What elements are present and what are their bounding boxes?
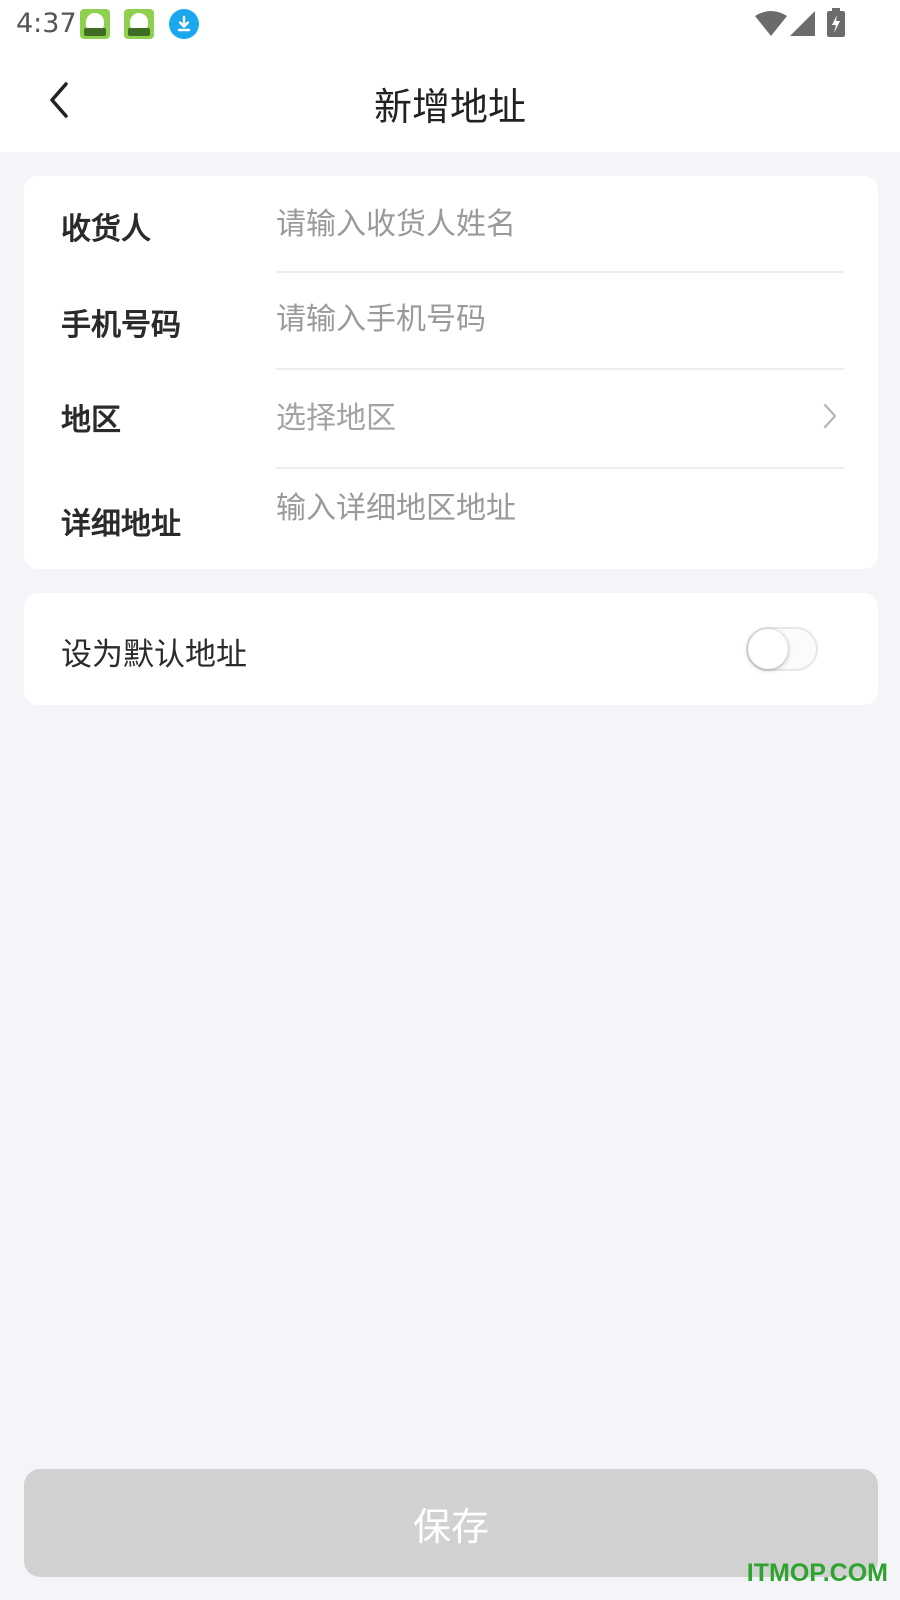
region-selector[interactable]: 选择地区 [276,393,396,437]
address-row: 详细地址 [24,469,878,569]
phone-label: 手机号码 [61,308,181,343]
receiver-name-input[interactable] [276,199,846,249]
toggle-knob [748,629,788,669]
address-form-card: 收货人 手机号码 地区 选择地区 详细地址 [24,176,878,569]
status-time: 4:37 [16,8,77,39]
signal-icon [790,11,815,36]
default-address-card: 设为默认地址 [24,593,878,705]
navigation-bar: 新增地址 [0,48,900,152]
page-title: 新增地址 [373,85,526,129]
status-bar: 4:37 [0,0,900,48]
phone-input[interactable] [276,294,846,344]
address-detail-input[interactable] [276,483,846,533]
watermark: ITMOP.COM [746,1559,888,1587]
region-row[interactable]: 地区 选择地区 [24,370,878,467]
app-notification-icon [124,9,154,39]
phone-row: 手机号码 [24,273,878,370]
address-label: 详细地址 [61,507,181,542]
wifi-icon [755,11,787,36]
default-address-toggle[interactable] [746,627,818,671]
battery-charging-icon [827,8,845,37]
chevron-right-icon [823,403,837,429]
region-label: 地区 [61,403,121,438]
app-notification-icon [80,9,110,39]
default-address-label: 设为默认地址 [61,637,247,673]
download-icon [169,9,199,39]
receiver-row: 收货人 [24,176,878,273]
receiver-label: 收货人 [61,212,151,247]
